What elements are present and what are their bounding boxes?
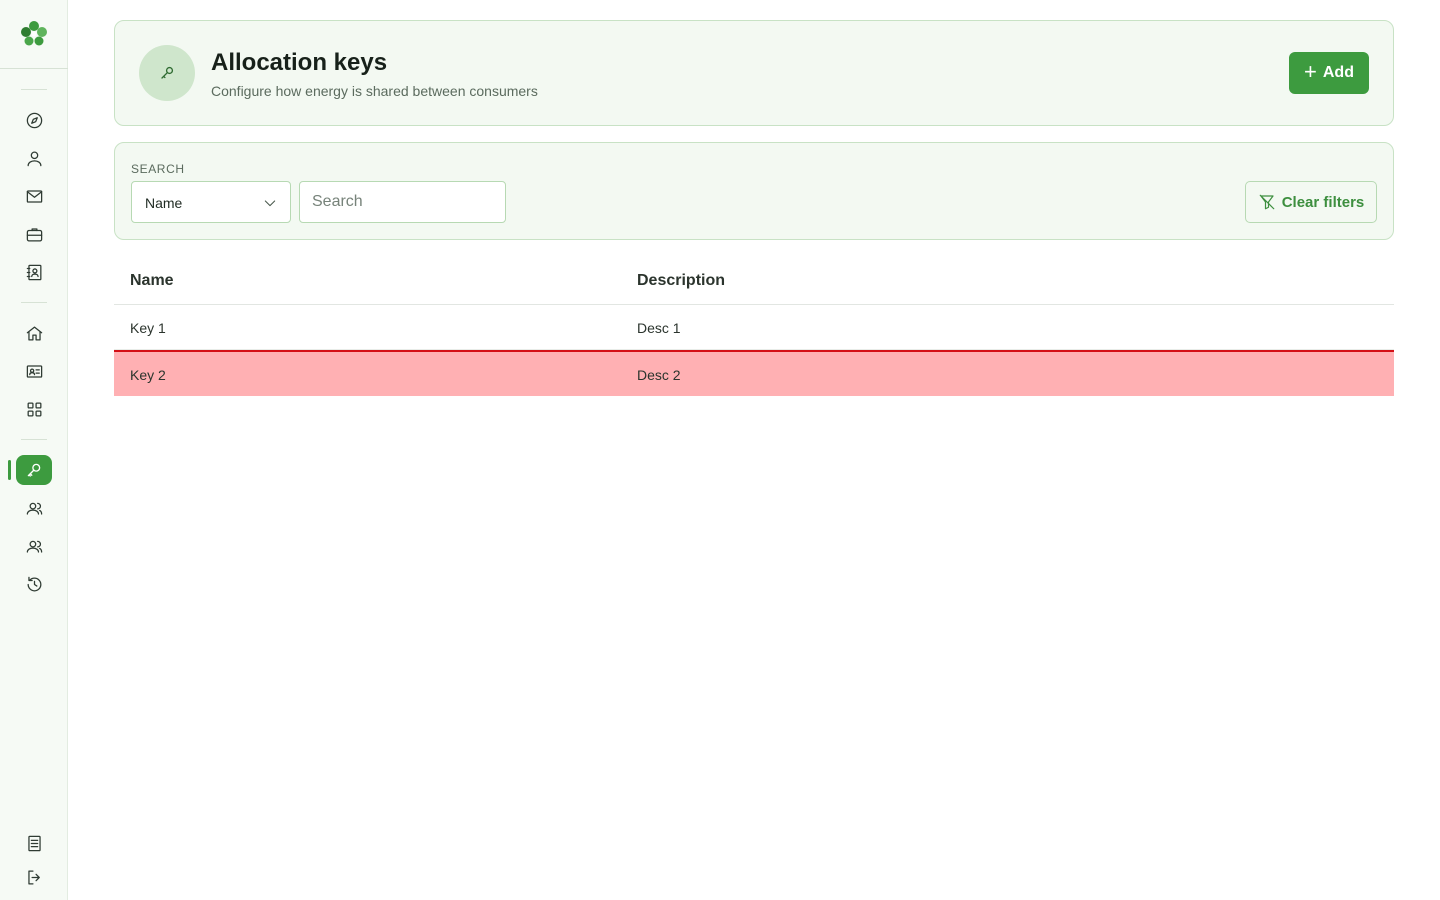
- sidebar-divider: [0, 68, 68, 69]
- briefcase-icon: [26, 227, 42, 241]
- page-title: Allocation keys: [211, 49, 388, 76]
- allocation-keys-table: Name Description Key 1 Desc 1 Key 2 Desc…: [114, 256, 1394, 396]
- sidebar-item-profile[interactable]: [23, 147, 45, 169]
- column-header-name[interactable]: Name: [130, 272, 174, 290]
- row-name: Key 1: [130, 320, 166, 336]
- sidebar-item-groups[interactable]: [23, 497, 45, 519]
- document-icon: [27, 835, 41, 851]
- clear-filters-button[interactable]: Clear filters: [1245, 181, 1377, 223]
- clear-filters-label: Clear filters: [1281, 193, 1365, 211]
- table-row-selected[interactable]: Key 2 Desc 2: [114, 350, 1394, 396]
- add-button-label: Add: [1322, 64, 1354, 81]
- table-header: Name Description: [114, 256, 1394, 305]
- sidebar-item-logout[interactable]: [23, 866, 45, 888]
- page-subtitle: Configure how energy is shared between c…: [211, 83, 538, 99]
- users-icon: [26, 540, 42, 553]
- row-description: Desc 1: [637, 320, 681, 336]
- sidebar-item-explore[interactable]: [23, 109, 45, 131]
- key-icon: [161, 66, 174, 79]
- sidebar-item-contacts[interactable]: [23, 261, 45, 283]
- contact-book-icon: [26, 264, 41, 280]
- row-name: Key 2: [130, 367, 166, 383]
- mail-icon: [26, 189, 42, 203]
- page-header: Allocation keys Configure how energy is …: [114, 20, 1394, 126]
- row-description: Desc 2: [637, 367, 681, 383]
- sidebar-item-documents[interactable]: [23, 832, 45, 854]
- compass-icon: [26, 112, 42, 128]
- sidebar-item-members[interactable]: [23, 535, 45, 557]
- column-header-description[interactable]: Description: [637, 272, 725, 290]
- filter-off-icon: [1259, 194, 1275, 210]
- search-panel: SEARCH Name Clear filters: [114, 142, 1394, 240]
- clover-logo[interactable]: [19, 19, 49, 49]
- sidebar-item-business[interactable]: [23, 223, 45, 245]
- search-input[interactable]: [299, 181, 506, 223]
- sidebar-item-apps[interactable]: [23, 398, 45, 420]
- sidebar-divider: [21, 439, 47, 440]
- key-icon: [27, 463, 41, 477]
- plus-icon: +: [1304, 59, 1317, 84]
- header-badge: [139, 45, 195, 101]
- id-card-icon: [26, 364, 42, 378]
- active-indicator: [8, 460, 11, 480]
- chevron-down-icon: [264, 200, 276, 207]
- grid-icon: [27, 402, 41, 416]
- search-field-value: Name: [145, 195, 183, 211]
- sidebar-divider: [21, 89, 47, 90]
- sidebar-item-messages[interactable]: [23, 185, 45, 207]
- sidebar: [0, 0, 68, 900]
- sidebar-item-allocation-keys[interactable]: [16, 455, 52, 485]
- sidebar-item-home[interactable]: [23, 322, 45, 344]
- user-icon: [27, 151, 41, 166]
- table-row[interactable]: Key 1 Desc 1: [114, 305, 1394, 350]
- sidebar-divider: [21, 302, 47, 303]
- search-label: SEARCH: [131, 162, 185, 176]
- add-button[interactable]: + Add: [1289, 52, 1369, 94]
- sidebar-item-identity[interactable]: [23, 360, 45, 382]
- home-icon: [26, 326, 42, 340]
- logout-icon: [27, 870, 40, 884]
- history-icon: [27, 576, 41, 591]
- sidebar-item-history[interactable]: [23, 573, 45, 595]
- users-icon: [26, 502, 42, 515]
- search-field-select[interactable]: Name: [131, 181, 291, 223]
